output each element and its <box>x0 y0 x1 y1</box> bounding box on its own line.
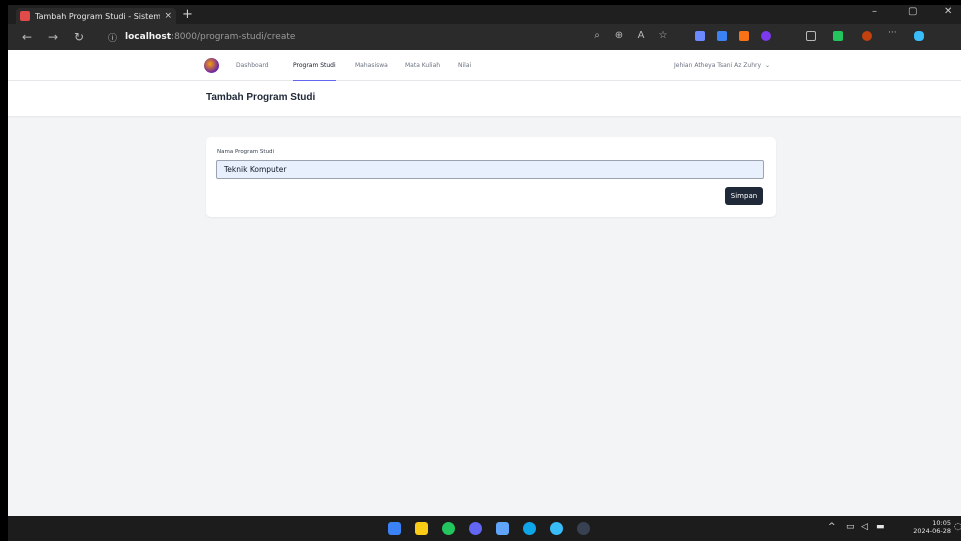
user-name: Jehian Atheya Tsani Az Zuhry <box>674 62 762 69</box>
split-screen-icon[interactable] <box>806 31 816 41</box>
simpan-button[interactable]: Simpan <box>725 187 763 205</box>
address-bar[interactable]: ⓘ localhost :8000/program-studi/create <box>108 28 568 46</box>
notepad-icon[interactable] <box>496 522 509 535</box>
zoom-icon[interactable]: ⊕ <box>612 30 626 41</box>
page: Dashboard Program Studi Mahasiswa Mata K… <box>8 50 961 516</box>
battery-icon[interactable]: ▬ <box>876 522 885 532</box>
field-label: Nama Program Studi <box>217 149 275 155</box>
nav-item-mata-kuliah[interactable]: Mata Kuliah <box>405 50 440 81</box>
nama-program-studi-input[interactable]: Teknik Komputer <box>216 160 764 179</box>
clock[interactable]: 10:05 2024-06-28 <box>901 519 951 535</box>
forward-icon[interactable]: → <box>46 30 60 44</box>
tab-title: Tambah Program Studi - Sistemi <box>35 11 161 21</box>
maximize-button[interactable]: ▢ <box>908 6 917 17</box>
search-icon[interactable]: ⌕ <box>590 30 604 41</box>
app-icon[interactable] <box>550 522 563 535</box>
extension-icon[interactable] <box>761 31 771 41</box>
chevron-down-icon: ⌄ <box>765 62 771 69</box>
edge-icon[interactable] <box>523 522 536 535</box>
site-info-icon[interactable]: ⓘ <box>108 31 117 44</box>
form-card: Nama Program Studi Teknik Komputer Simpa… <box>206 137 776 217</box>
new-tab-button[interactable]: + <box>182 7 193 22</box>
favorite-star-icon[interactable]: ☆ <box>656 30 670 41</box>
nav-item-dashboard[interactable]: Dashboard <box>236 50 269 81</box>
close-window-button[interactable]: ✕ <box>944 6 952 17</box>
chevron-up-icon[interactable]: ^ <box>828 522 836 532</box>
extension-icon[interactable] <box>739 31 749 41</box>
notification-icon[interactable]: ◌ <box>954 522 961 532</box>
page-header: Tambah Program Studi <box>8 81 961 116</box>
file-explorer-icon[interactable] <box>415 522 428 535</box>
taskbar: ^ ▭ ◁ ▬ 10:05 2024-06-28 ◌ <box>8 516 961 541</box>
read-aloud-icon[interactable]: A <box>634 30 648 41</box>
discord-icon[interactable] <box>469 522 482 535</box>
volume-icon[interactable]: ◁ <box>861 522 868 532</box>
nav-item-nilai[interactable]: Nilai <box>458 50 471 81</box>
refresh-icon[interactable]: ↻ <box>72 30 86 44</box>
url-host: localhost <box>125 32 172 42</box>
start-icon[interactable] <box>388 522 401 535</box>
browser-toolbar: ← → ↻ ⓘ localhost :8000/program-studi/cr… <box>8 24 961 50</box>
extension-icon[interactable] <box>717 31 727 41</box>
favicon-icon <box>20 11 30 21</box>
browser-tabbar: Tambah Program Studi - Sistemi × + – ▢ ✕ <box>8 5 961 24</box>
extension-icon[interactable] <box>695 31 705 41</box>
clock-date: 2024-06-28 <box>913 527 951 535</box>
more-menu-icon[interactable]: ··· <box>888 28 898 38</box>
page-title: Tambah Program Studi <box>206 92 316 103</box>
copilot-icon[interactable] <box>914 31 924 41</box>
user-menu[interactable]: Jehian Atheya Tsani Az Zuhry ⌄ <box>674 50 770 81</box>
download-icon[interactable] <box>833 31 843 41</box>
url-path: :8000/program-studi/create <box>171 32 296 42</box>
top-navigation: Dashboard Program Studi Mahasiswa Mata K… <box>8 50 961 81</box>
nav-item-program-studi[interactable]: Program Studi <box>293 50 336 81</box>
spotify-icon[interactable] <box>442 522 455 535</box>
profile-avatar-icon[interactable] <box>862 31 872 41</box>
clock-time: 10:05 <box>932 519 951 527</box>
close-tab-icon[interactable]: × <box>164 11 172 21</box>
back-icon[interactable]: ← <box>20 30 34 44</box>
browser-tab[interactable]: Tambah Program Studi - Sistemi × <box>16 8 176 24</box>
app-logo[interactable] <box>204 58 219 73</box>
minimize-button[interactable]: – <box>872 6 877 17</box>
nav-item-mahasiswa[interactable]: Mahasiswa <box>355 50 388 81</box>
toolbar-icons: ⌕ ⊕ A ☆ <box>590 30 670 41</box>
app-icon[interactable] <box>577 522 590 535</box>
network-icon[interactable]: ▭ <box>846 522 855 532</box>
